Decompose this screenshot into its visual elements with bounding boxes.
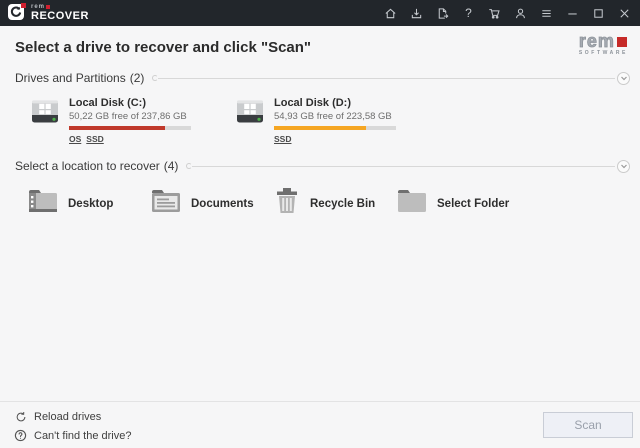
minimize-button[interactable] [565,6,580,21]
remo-logo-icon [8,3,26,22]
select-folder-icon [397,188,427,220]
scan-button[interactable]: Scan [543,412,633,438]
hard-drive-icon [235,97,265,144]
install-icon[interactable] [409,6,424,21]
cant-find-drive-label: Can't find the drive? [34,429,132,442]
drive-name: Local Disk (D:) [274,97,352,109]
section-drives-header: Drives and Partitions (2) [0,71,640,85]
location-label: Documents [191,197,254,210]
close-button[interactable] [617,6,632,21]
account-icon[interactable] [513,6,528,21]
divider [186,163,615,169]
location-item-desktop[interactable]: Desktop [28,187,151,220]
home-icon[interactable] [383,6,398,21]
documents-folder-icon [151,188,181,220]
collapse-locations-chevron-icon[interactable] [617,159,630,173]
page-title: Select a drive to recover and click "Sca… [15,39,312,56]
reload-icon [14,410,27,423]
locations-list: Desktop Documents Recycle Bin Select Fol… [0,187,640,220]
titlebar: rem RECOVER ? [0,0,640,26]
header: Select a drive to recover and click "Sca… [0,26,640,56]
red-square-o [46,5,51,9]
menu-icon[interactable] [539,6,554,21]
location-item-select-folder[interactable]: Select Folder [397,187,520,220]
app-logo: rem RECOVER [8,3,89,22]
help-icon[interactable]: ? [461,6,476,21]
section-drives-title: Drives and Partitions [15,71,126,85]
remo-software-logo: rem SOFTWARE [578,31,628,57]
drive-tag-ssd: SSD [86,134,104,144]
hard-drive-icon [30,97,60,144]
section-locations-count: (4) [163,159,179,173]
drive-tag-ssd: SSD [274,134,292,144]
collapse-drives-chevron-icon[interactable] [617,71,630,85]
location-item-recycle-bin[interactable]: Recycle Bin [274,187,397,220]
logo-red-dot [21,3,26,8]
drive-item-d[interactable]: Local Disk (D:) 54,93 GB free of 223,58 … [235,97,440,144]
maximize-button[interactable] [591,6,606,21]
footer: Reload drives Can't find the drive? Scan [0,401,640,448]
drive-details: 50,22 GB free of 237,86 GB [69,111,187,122]
drive-name: Local Disk (C:) [69,97,147,109]
cart-icon[interactable] [487,6,502,21]
question-circle-icon [14,429,27,442]
brand-red-square [616,37,627,48]
location-label: Select Folder [437,197,510,210]
file-export-icon[interactable] [435,6,450,21]
brand-subtitle: SOFTWARE [578,50,628,57]
section-locations-title: Select a location to recover [15,159,160,173]
brand-wordmark: rem [578,31,615,51]
section-locations-header: Select a location to recover (4) [0,159,640,173]
drive-details: 54,93 GB free of 223,58 GB [274,111,392,122]
cant-find-drive-link[interactable]: Can't find the drive? [14,426,132,445]
reload-drives-link[interactable]: Reload drives [14,407,132,426]
location-item-documents[interactable]: Documents [151,187,274,220]
drive-usage-bar [69,126,191,130]
drive-item-c[interactable]: Local Disk (C:) 50,22 GB free of 237,86 … [30,97,235,144]
drive-tag-os: OS [69,134,82,144]
reload-drives-label: Reload drives [34,410,102,423]
location-label: Desktop [68,197,114,210]
brand-product: RECOVER [31,10,89,22]
desktop-folder-icon [28,188,58,220]
recycle-bin-icon [274,187,300,220]
drives-list: Local Disk (C:) 50,22 GB free of 237,86 … [0,97,640,144]
divider [152,75,615,81]
section-drives-count: (2) [129,71,145,85]
drive-usage-bar [274,126,396,130]
location-label: Recycle Bin [310,197,376,210]
